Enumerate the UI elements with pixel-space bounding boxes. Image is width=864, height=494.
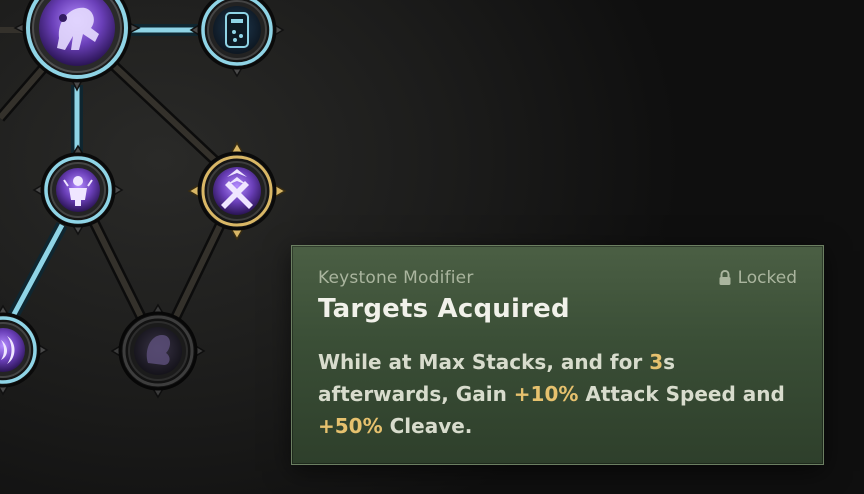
- skill-title: Targets Acquired: [318, 294, 570, 324]
- skill-node-shadow[interactable]: [110, 303, 206, 399]
- desc-value-cleave: +50%: [318, 414, 383, 438]
- desc-text: Cleave.: [382, 414, 473, 438]
- lock-status: Locked: [718, 268, 797, 288]
- link-inactive: [107, 59, 228, 173]
- link-inactive: [169, 213, 228, 327]
- desc-text: Attack Speed and: [578, 382, 785, 406]
- skill-node-rune[interactable]: [189, 0, 285, 78]
- link-inactive: [89, 216, 148, 327]
- skill-node-crossed-guns[interactable]: [187, 141, 287, 241]
- desc-value-duration: 3: [649, 350, 664, 374]
- desc-text: While at Max Stacks, and for: [318, 350, 650, 374]
- desc-value-attack-speed: +10%: [513, 382, 579, 406]
- skill-node-warrior[interactable]: [32, 144, 124, 236]
- link-active: [9, 223, 65, 320]
- tooltip-header: Keystone Modifier Locked: [318, 266, 797, 290]
- skill-description: While at Max Stacks, and for 3s afterwar…: [318, 346, 797, 442]
- tooltip-category: Keystone Modifier: [318, 268, 474, 288]
- skill-tooltip: Keystone Modifier Locked Targets Acquire…: [291, 245, 824, 465]
- skill-tree-screen: Keystone Modifier Locked Targets Acquire…: [0, 0, 864, 494]
- rune-tablet-icon: [225, 12, 249, 48]
- skill-node-claw[interactable]: [0, 304, 49, 396]
- lock-icon: [719, 270, 731, 285]
- lock-status-label: Locked: [737, 268, 797, 288]
